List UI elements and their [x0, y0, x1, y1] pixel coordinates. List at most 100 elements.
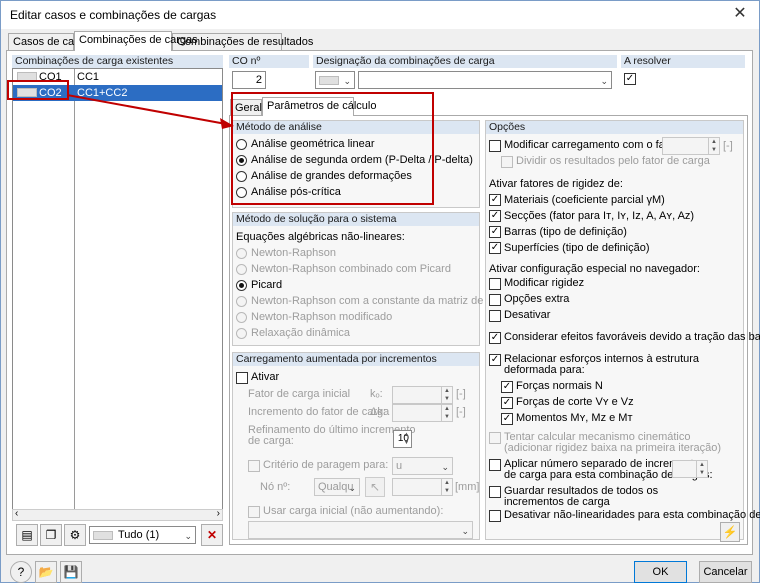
stiffness-sections-checkbox[interactable]: ✓ — [489, 210, 501, 222]
tab-calc-params[interactable]: Parâmetros de cálculo — [262, 97, 376, 116]
cancel-button[interactable]: Cancelar — [699, 561, 752, 583]
nav-label: Opções extra — [504, 293, 570, 305]
relate-shear-checkbox[interactable]: ✓ — [501, 397, 513, 409]
initial-factor-field[interactable]: ▲ ▼ — [392, 386, 453, 404]
nav-label: Desativar — [504, 309, 551, 321]
divide-results-checkbox[interactable] — [501, 156, 513, 168]
resolve-header: A resolver — [621, 55, 745, 68]
generate-button[interactable]: ⚙ — [64, 524, 86, 546]
spinner-icon[interactable]: ▲ ▼ — [696, 461, 707, 477]
solver-option-label: Relaxação dinâmica — [251, 327, 351, 339]
unit-mm-label: [mm] — [455, 481, 480, 493]
relate-option-label: Momentos Mʏ, Mᴢ e Mᴛ — [516, 412, 633, 424]
solver-method-header: Método de solução para o sistema — [233, 213, 479, 226]
solver-option-label: Newton-Raphson — [251, 247, 336, 259]
modify-load-checkbox[interactable] — [489, 140, 501, 152]
scroll-right-icon[interactable]: › — [217, 508, 220, 519]
horizontal-scrollbar[interactable]: ‹ › — [12, 508, 223, 521]
pick-node-button[interactable]: ↖ — [365, 477, 385, 497]
favorable-effects-checkbox[interactable]: ✓ — [489, 332, 501, 344]
relate-normal-checkbox[interactable]: ✓ — [501, 381, 513, 393]
radio-nr-constant[interactable] — [236, 296, 247, 307]
spinner-icon[interactable]: ▲ ▼ — [401, 431, 412, 447]
close-icon[interactable]: ✕ — [729, 3, 751, 25]
node-select[interactable]: Qualqu ⌄ — [314, 478, 360, 496]
spinner-icon[interactable]: ▲ ▼ — [441, 479, 452, 495]
save-button[interactable]: 💾 — [60, 561, 82, 583]
incremental-activate-checkbox[interactable] — [236, 372, 248, 384]
initial-factor-label: Fator de carga inicial — [248, 388, 351, 400]
co-number-header: CO nº — [229, 55, 309, 68]
details-button[interactable]: ⚡ — [720, 522, 740, 542]
delete-button[interactable]: ✕ — [201, 524, 223, 546]
spinner-icon[interactable]: ▲ ▼ — [441, 387, 452, 403]
dialog-window: Editar casos e combinações de cargas ✕ C… — [0, 0, 760, 583]
pick-icon: ↖ — [369, 480, 381, 494]
save-results-label-2: incrementos de carga — [504, 496, 610, 508]
nav-extra-options-checkbox[interactable] — [489, 294, 501, 306]
modify-load-field[interactable]: ▲ ▼ — [662, 137, 720, 155]
radio-picard[interactable] — [236, 280, 247, 291]
chevron-down-icon: ⌄ — [461, 526, 469, 536]
save-results-checkbox[interactable] — [489, 486, 501, 498]
designation-prefix-select[interactable]: ⌄ — [315, 71, 355, 89]
favorable-effects-label: Considerar efeitos favoráveis devido a t… — [504, 331, 760, 343]
relate-moments-checkbox[interactable]: ✓ — [501, 413, 513, 425]
radio-nr-picard[interactable] — [236, 264, 247, 275]
chevron-down-icon: ⌄ — [184, 531, 192, 541]
window-title: Editar casos e combinações de cargas — [10, 8, 217, 22]
relate-option-label: Forças normais N — [516, 380, 603, 392]
stop-criterion-checkbox[interactable] — [248, 460, 260, 472]
stiffness-members-checkbox[interactable]: ✓ — [489, 226, 501, 238]
tab-load-combinations[interactable]: Combinações de cargas — [74, 31, 198, 51]
options-header: Opções — [486, 121, 743, 134]
stiffness-materials-checkbox[interactable]: ✓ — [489, 194, 501, 206]
delete-icon: ✕ — [206, 528, 218, 542]
kinematic-checkbox[interactable] — [489, 432, 501, 444]
unit-label: [-] — [456, 388, 466, 400]
unit-label: [-] — [723, 140, 733, 152]
stop-criterion-select[interactable]: u ⌄ — [392, 457, 453, 475]
solver-option-label: Newton-Raphson modificado — [251, 311, 393, 323]
spinner-icon[interactable]: ▲ ▼ — [441, 405, 452, 421]
folder-icon: 📂 — [38, 565, 54, 579]
help-button[interactable]: ? — [10, 561, 32, 583]
stiffness-label: Barras (tipo de definição) — [504, 226, 627, 238]
radio-newton-raphson[interactable] — [236, 248, 247, 259]
title-bar: Editar casos e combinações de cargas ✕ — [1, 1, 759, 29]
save-icon: 💾 — [63, 565, 79, 579]
stiffness-surfaces-checkbox[interactable]: ✓ — [489, 242, 501, 254]
separate-increments-field[interactable]: ▲ ▼ — [672, 460, 708, 478]
solver-option-label: Newton-Raphson combinado com Picard — [251, 263, 451, 275]
designation-input[interactable]: ⌄ — [358, 71, 612, 89]
unit-label: [-] — [456, 406, 466, 418]
spinner-icon[interactable]: ▲ ▼ — [708, 138, 719, 154]
radio-dynamic-relaxation[interactable] — [236, 328, 247, 339]
copy-combo-button[interactable]: ❐ — [40, 524, 62, 546]
radio-nr-modified[interactable] — [236, 312, 247, 323]
separate-increments-checkbox[interactable] — [489, 459, 501, 471]
combo-desc: CC1 — [77, 71, 100, 83]
new-combo-button[interactable]: ▤ — [16, 524, 38, 546]
resolve-checkbox[interactable]: ✓ — [624, 73, 636, 85]
incremental-activate-label: Ativar — [251, 371, 280, 383]
incremental-header: Carregamento aumentada por incrementos — [233, 353, 479, 366]
use-initial-load-checkbox[interactable] — [248, 506, 260, 518]
increment-field[interactable]: ▲ ▼ — [392, 404, 453, 422]
existing-combos-header: Combinações de carga existentes — [12, 55, 223, 68]
ok-button[interactable]: OK — [634, 561, 687, 583]
increment-symbol: Δk: — [370, 406, 386, 418]
deactivate-nonlinear-checkbox[interactable] — [489, 510, 501, 522]
relate-forces-checkbox[interactable]: ✓ — [489, 354, 501, 366]
node-value-field[interactable]: ▲ ▼ — [392, 478, 453, 496]
copy-icon: ❐ — [45, 528, 57, 542]
nav-modify-stiffness-checkbox[interactable] — [489, 278, 501, 290]
open-button[interactable]: 📂 — [35, 561, 57, 583]
stiffness-label: Superfícies (tipo de definição) — [504, 242, 650, 254]
initial-load-select[interactable]: ⌄ — [248, 521, 473, 539]
nav-deactivate-checkbox[interactable] — [489, 310, 501, 322]
navigator-header: Ativar configuração especial no navegado… — [489, 263, 700, 275]
tab-load-cases[interactable]: Casos de carga — [8, 33, 90, 50]
scroll-left-icon[interactable]: ‹ — [15, 508, 18, 519]
filter-select[interactable]: Tudo (1) ⌄ — [89, 526, 196, 544]
